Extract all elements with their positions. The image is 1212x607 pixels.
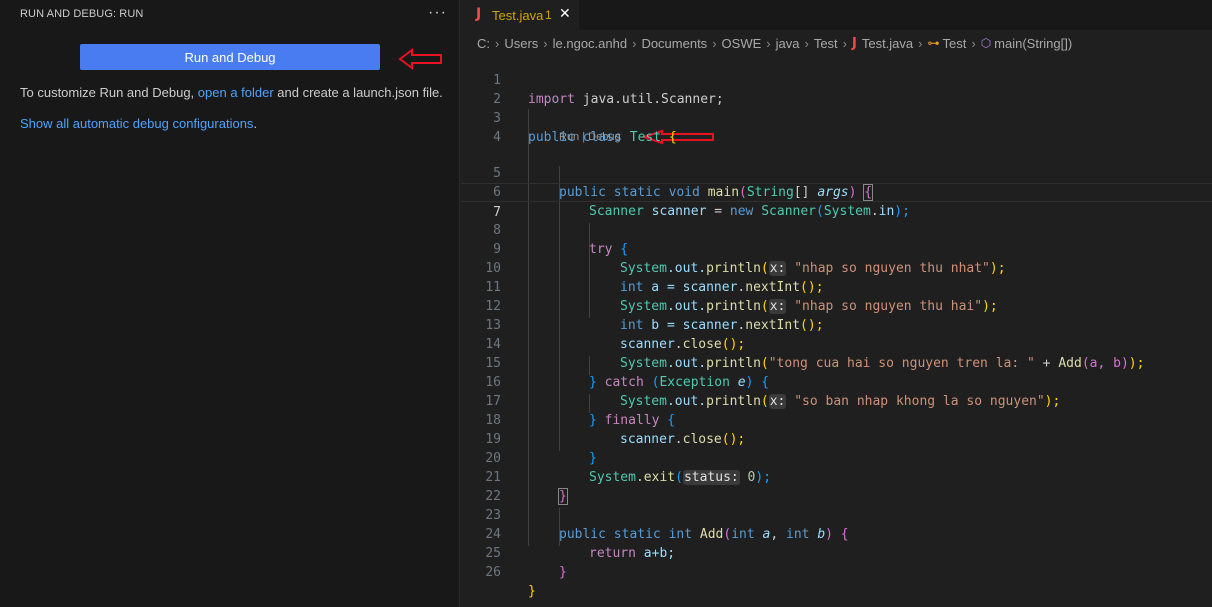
code-line-current: 7 xyxy=(461,183,1212,220)
tab-bar: J Test.java 1 ✕ xyxy=(461,0,1212,30)
sidebar-header: RUN AND DEBUG: RUN ··· xyxy=(0,0,460,30)
code-line: 8 try { xyxy=(461,202,1212,257)
code-line: 13 scanner.close(); xyxy=(461,297,1212,352)
run-debug-sidebar: RUN AND DEBUG: RUN ··· Run and Debug To … xyxy=(0,0,460,607)
code-line: 20 System.exit(status: 0); xyxy=(461,430,1212,485)
code-line: 4 xyxy=(461,109,1212,145)
breadcrumb-item[interactable]: java xyxy=(776,36,800,51)
show-all-configurations: Show all automatic debug configurations. xyxy=(20,115,257,133)
chevron-right-icon: › xyxy=(632,35,637,51)
class-symbol-icon: ⊶ xyxy=(927,36,940,50)
code-line: 26 } xyxy=(461,544,1212,599)
code-line: 16 System.out.println(x: "so ban nhap kh… xyxy=(461,354,1212,409)
line-number: 26 xyxy=(485,565,501,580)
tab-problem-count: 1 xyxy=(545,8,552,22)
code-line: 18 scanner.close(); xyxy=(461,392,1212,447)
chevron-right-icon: › xyxy=(495,35,500,51)
code-line: 19 } xyxy=(461,411,1212,466)
chevron-right-icon: › xyxy=(712,35,717,51)
code-line: 23 public static int Add(int a, int b) { xyxy=(461,487,1212,542)
open-folder-link[interactable]: open a folder xyxy=(198,85,274,100)
code-line: 1 import java.util.Scanner; xyxy=(461,52,1212,107)
tab-label: Test.java xyxy=(492,8,544,23)
java-file-icon: J xyxy=(476,6,482,22)
code-line: 9 System.out.println(x: "nhap so nguyen … xyxy=(461,221,1212,276)
chevron-right-icon: › xyxy=(804,35,809,51)
chevron-right-icon: › xyxy=(543,35,548,51)
breadcrumb-class[interactable]: Test xyxy=(943,36,967,51)
run-and-debug-button[interactable]: Run and Debug xyxy=(80,44,380,70)
code-line: 12 int b = scanner.nextInt(); xyxy=(461,278,1212,333)
code-line: 25 } xyxy=(461,525,1212,580)
chevron-right-icon: › xyxy=(918,35,923,51)
close-icon[interactable]: ✕ xyxy=(559,6,571,22)
code-text: } xyxy=(528,584,536,599)
code-line: 6 Scanner scanner = new Scanner(System.i… xyxy=(461,164,1212,219)
description-prefix: To customize Run and Debug, xyxy=(20,85,198,100)
red-arrow-annotation-icon xyxy=(398,48,442,70)
code-line: 3 public class Test { xyxy=(461,90,1212,145)
codelens-debug-link[interactable]: Debug xyxy=(588,131,620,143)
method-symbol-icon: ⬡ xyxy=(980,36,992,50)
ellipsis-icon[interactable]: ··· xyxy=(428,4,447,22)
code-line: 17 } finally { xyxy=(461,373,1212,428)
breadcrumb-method[interactable]: main(String[]) xyxy=(994,36,1072,51)
code-editor[interactable]: 1 import java.util.Scanner; 2 3 public c… xyxy=(461,52,1212,607)
breadcrumb-item[interactable]: le.ngoc.anhd xyxy=(553,36,627,51)
code-line: 15 } catch (Exception e) { xyxy=(461,335,1212,390)
show-all-configurations-link[interactable]: Show all automatic debug configurations xyxy=(20,116,253,131)
code-line: 10 int a = scanner.nextInt(); xyxy=(461,240,1212,295)
code-line: 21 } xyxy=(461,449,1212,505)
chevron-right-icon: › xyxy=(971,35,976,51)
breadcrumb-item[interactable]: C: xyxy=(477,36,490,51)
sidebar-description: To customize Run and Debug, open a folde… xyxy=(20,84,450,102)
show-all-suffix: . xyxy=(253,116,258,131)
breadcrumb-item[interactable]: Test xyxy=(814,36,838,51)
breadcrumb-file[interactable]: Test.java xyxy=(862,36,913,51)
code-line: 2 xyxy=(461,71,1212,107)
breadcrumb-item[interactable]: Users xyxy=(504,36,538,51)
chevron-right-icon: › xyxy=(766,35,771,51)
breadcrumb-item[interactable]: Documents xyxy=(641,36,707,51)
description-suffix: and create a launch.json file. xyxy=(273,85,443,100)
chevron-right-icon: › xyxy=(842,35,847,51)
code-text: } xyxy=(559,565,567,580)
tab-test-java[interactable]: J Test.java 1 ✕ xyxy=(461,0,579,30)
breadcrumb-item[interactable]: OSWE xyxy=(722,36,762,51)
code-line: 24 return a+b; xyxy=(461,506,1212,561)
editor-pane: J Test.java 1 ✕ C: › Users › le.ngoc.anhd ›… xyxy=(461,0,1212,607)
code-line: 22 xyxy=(461,468,1212,504)
code-line: 5 public static void main(String[] args)… xyxy=(461,145,1212,201)
sidebar-title: RUN AND DEBUG: RUN xyxy=(20,8,144,20)
code-line: 14 System.out.println("tong cua hai so n… xyxy=(461,316,1212,371)
code-line: 11 System.out.println(x: "nhap so nguyen… xyxy=(461,259,1212,314)
codelens-run-link[interactable]: Run xyxy=(559,131,579,143)
codelens-divider: | xyxy=(579,131,589,143)
breadcrumb: C: › Users › le.ngoc.anhd › Documents › OSWE… xyxy=(477,34,1072,52)
java-file-icon: J xyxy=(852,35,857,51)
